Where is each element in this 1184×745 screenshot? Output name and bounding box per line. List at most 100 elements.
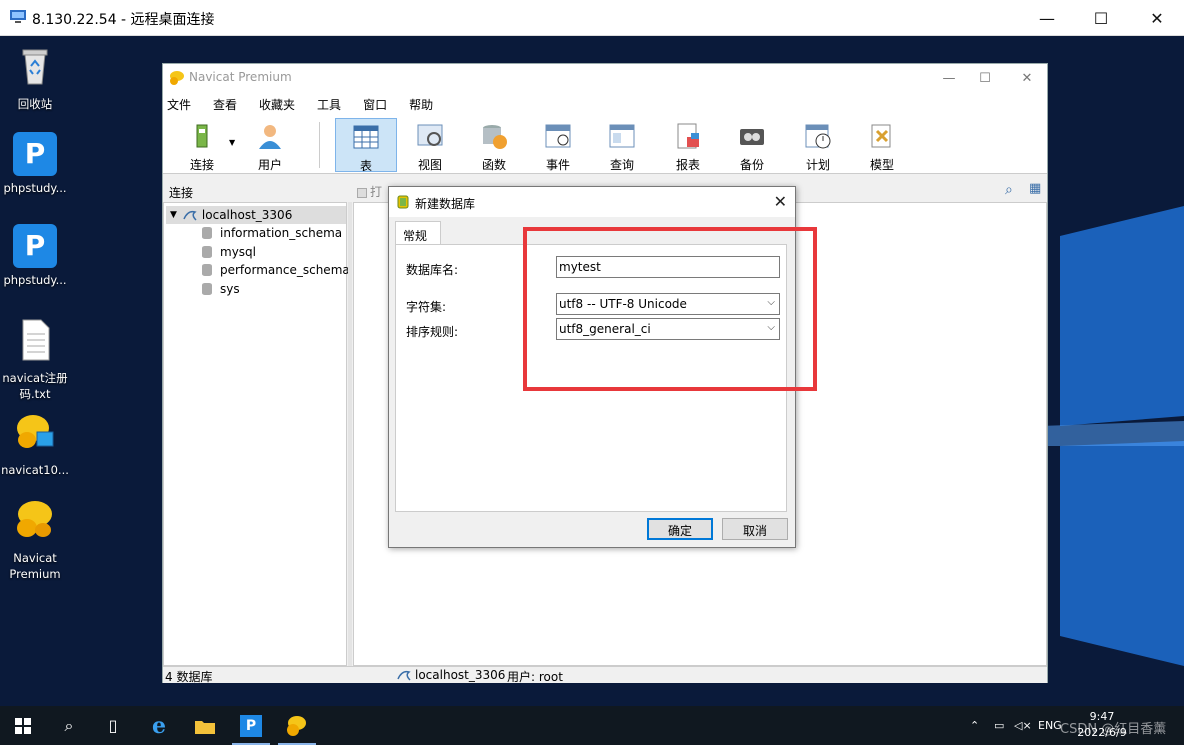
windows-wallpaper-logo (1040, 206, 1184, 666)
toolbar-label: 计划 (805, 158, 830, 172)
database-icon (202, 283, 212, 295)
object-toolbar-open-button[interactable]: 打 (357, 183, 382, 200)
toolbar-query-button[interactable]: 查询 (591, 118, 653, 172)
file-explorer-icon[interactable] (182, 706, 228, 745)
toolbar-table-button[interactable]: 表 (335, 118, 397, 173)
desktop-icon-label: navicat注册码.txt (2, 371, 68, 401)
dialog-title: 新建数据库 (415, 197, 476, 211)
event-icon (545, 124, 571, 148)
text-file-icon (22, 319, 50, 361)
toolbar-label: 事件 (545, 158, 570, 172)
navicat-title: Navicat Premium (189, 70, 292, 84)
user-icon (259, 125, 281, 149)
tree-db-label: information_schema (220, 226, 343, 240)
menu-help[interactable]: 帮助 (409, 96, 433, 113)
database-icon (202, 227, 212, 239)
toolbar-schedule-button[interactable]: 计划 (787, 118, 849, 172)
desktop-icon-label: 回收站 (17, 97, 53, 111)
volume-icon[interactable]: ◁× (1014, 706, 1032, 745)
tab-general[interactable]: 常规 (395, 221, 441, 245)
navicat-close-button[interactable]: ✕ (1005, 64, 1049, 92)
desktop-icon-navicat-premium[interactable]: Navicat Premium (0, 498, 70, 582)
toolbar-view-button[interactable]: 视图 (399, 118, 461, 172)
internet-explorer-icon[interactable]: e (136, 706, 182, 745)
cancel-button[interactable]: 取消 (722, 518, 788, 540)
tree-db-performance-schema[interactable]: performance_schema (202, 261, 350, 279)
dialog-close-button[interactable]: ✕ (774, 192, 787, 211)
tree-db-mysql[interactable]: mysql (202, 243, 256, 261)
tree-connection-label: localhost_3306 (201, 208, 293, 222)
connection-tree: ▼ localhost_3306 information_schema mysq… (163, 202, 350, 666)
status-user: 用户: root (507, 670, 563, 684)
toolbar-user-button[interactable]: 用户 (239, 118, 301, 172)
csdn-watermark: CSDN @红目香薰 (1060, 722, 1167, 737)
status-connection-label: localhost_3306 (415, 668, 506, 682)
tree-db-information-schema[interactable]: information_schema (202, 224, 342, 242)
search-icon[interactable]: ⌕ (1005, 182, 1013, 198)
toolbar-label: 视图 (417, 158, 442, 172)
toolbar-function-button[interactable]: 函数 (463, 118, 525, 172)
ok-button[interactable]: 确定 (647, 518, 713, 540)
tree-connection-localhost[interactable]: ▼ localhost_3306 (166, 206, 346, 224)
panel-splitter[interactable] (348, 202, 352, 666)
rdp-minimize-button[interactable]: — (1024, 0, 1070, 36)
navicat-maximize-button[interactable]: ☐ (963, 64, 1007, 92)
menu-view[interactable]: 查看 (213, 96, 237, 113)
toolbar-label: 报表 (675, 158, 700, 172)
toolbar-label: 连接 (189, 158, 214, 172)
tree-db-label: performance_schema (220, 263, 350, 277)
grid-view-icon[interactable]: ▦ (1029, 181, 1041, 196)
tree-db-label: sys (220, 282, 240, 296)
mysql-connection-icon (183, 210, 197, 221)
menu-file[interactable]: 文件 (167, 96, 191, 113)
recycle-bin-icon (22, 49, 48, 85)
navicat-menubar: 文件 查看 收藏夹 工具 窗口 帮助 (163, 92, 1047, 116)
toolbar-event-button[interactable]: 事件 (527, 118, 589, 172)
taskbar: ⌕ ▯ e P ⌃ ▭ ◁× ENG 9:47 2022/6/9 (0, 706, 1184, 745)
search-icon[interactable]: ⌕ (46, 706, 92, 745)
chevron-down-icon[interactable]: ▼ (170, 210, 177, 220)
rdp-close-button[interactable]: ✕ (1134, 0, 1180, 36)
database-icon (397, 195, 409, 209)
schedule-icon (805, 124, 831, 149)
desktop-icon-label: navicat10... (1, 463, 69, 477)
phpstudy-taskbar-icon[interactable]: P (228, 706, 274, 745)
desktop-icon-phpstudy-1[interactable]: P phpstudy... (0, 132, 70, 196)
report-icon (677, 123, 699, 149)
db-name-label: 数据库名: (406, 263, 459, 277)
charset-label: 字符集: (406, 300, 447, 314)
toolbar-backup-button[interactable]: 备份 (721, 118, 783, 172)
desktop-icon-phpstudy-2[interactable]: P phpstudy... (0, 224, 70, 288)
phpstudy-icon: P (13, 224, 57, 268)
tray-overflow-icon[interactable]: ⌃ (970, 706, 979, 745)
toolbar-model-button[interactable]: 模型 (851, 118, 913, 172)
model-icon (871, 124, 891, 148)
toolbar-label: 模型 (869, 158, 894, 172)
menu-tools[interactable]: 工具 (317, 96, 341, 113)
toolbar-label: 用户 (257, 158, 282, 172)
toolbar-report-button[interactable]: 报表 (657, 118, 719, 172)
desktop-icon-recycle-bin[interactable]: 回收站 (0, 44, 70, 112)
database-icon (202, 264, 212, 276)
desktop-icon-navicat-txt[interactable]: navicat注册码.txt (0, 318, 70, 402)
input-language[interactable]: ENG (1038, 706, 1062, 745)
desktop-icon-navicat-installer[interactable]: navicat10... (0, 410, 70, 478)
navicat-statusbar: 4 数据库 localhost_3306 用户: root (163, 666, 1047, 684)
desktop-icon-label: phpstudy... (3, 273, 67, 287)
dialog-titlebar: 新建数据库 ✕ (389, 187, 795, 217)
navicat-taskbar-icon[interactable] (274, 706, 320, 745)
connection-dropdown-arrow-icon[interactable]: ▼ (229, 138, 235, 147)
database-icon (202, 246, 212, 258)
menu-favorites[interactable]: 收藏夹 (259, 96, 295, 113)
toolbar-connection-button[interactable]: 连接 (171, 118, 233, 172)
task-view-icon[interactable]: ▯ (90, 706, 136, 745)
start-button[interactable] (0, 706, 46, 745)
connection-icon (196, 124, 208, 148)
status-db-count: 4 数据库 (165, 670, 213, 684)
navicat-installer-icon (17, 415, 54, 448)
rdp-maximize-button[interactable]: ☐ (1078, 0, 1124, 36)
tree-db-sys[interactable]: sys (202, 280, 240, 298)
menu-window[interactable]: 窗口 (363, 96, 387, 113)
navicat-toolbar: 连接 ▼ 用户 表 视图 函数 事件 查询 报表 备份 计划 模型 (163, 116, 1047, 174)
network-icon[interactable]: ▭ (994, 706, 1004, 745)
